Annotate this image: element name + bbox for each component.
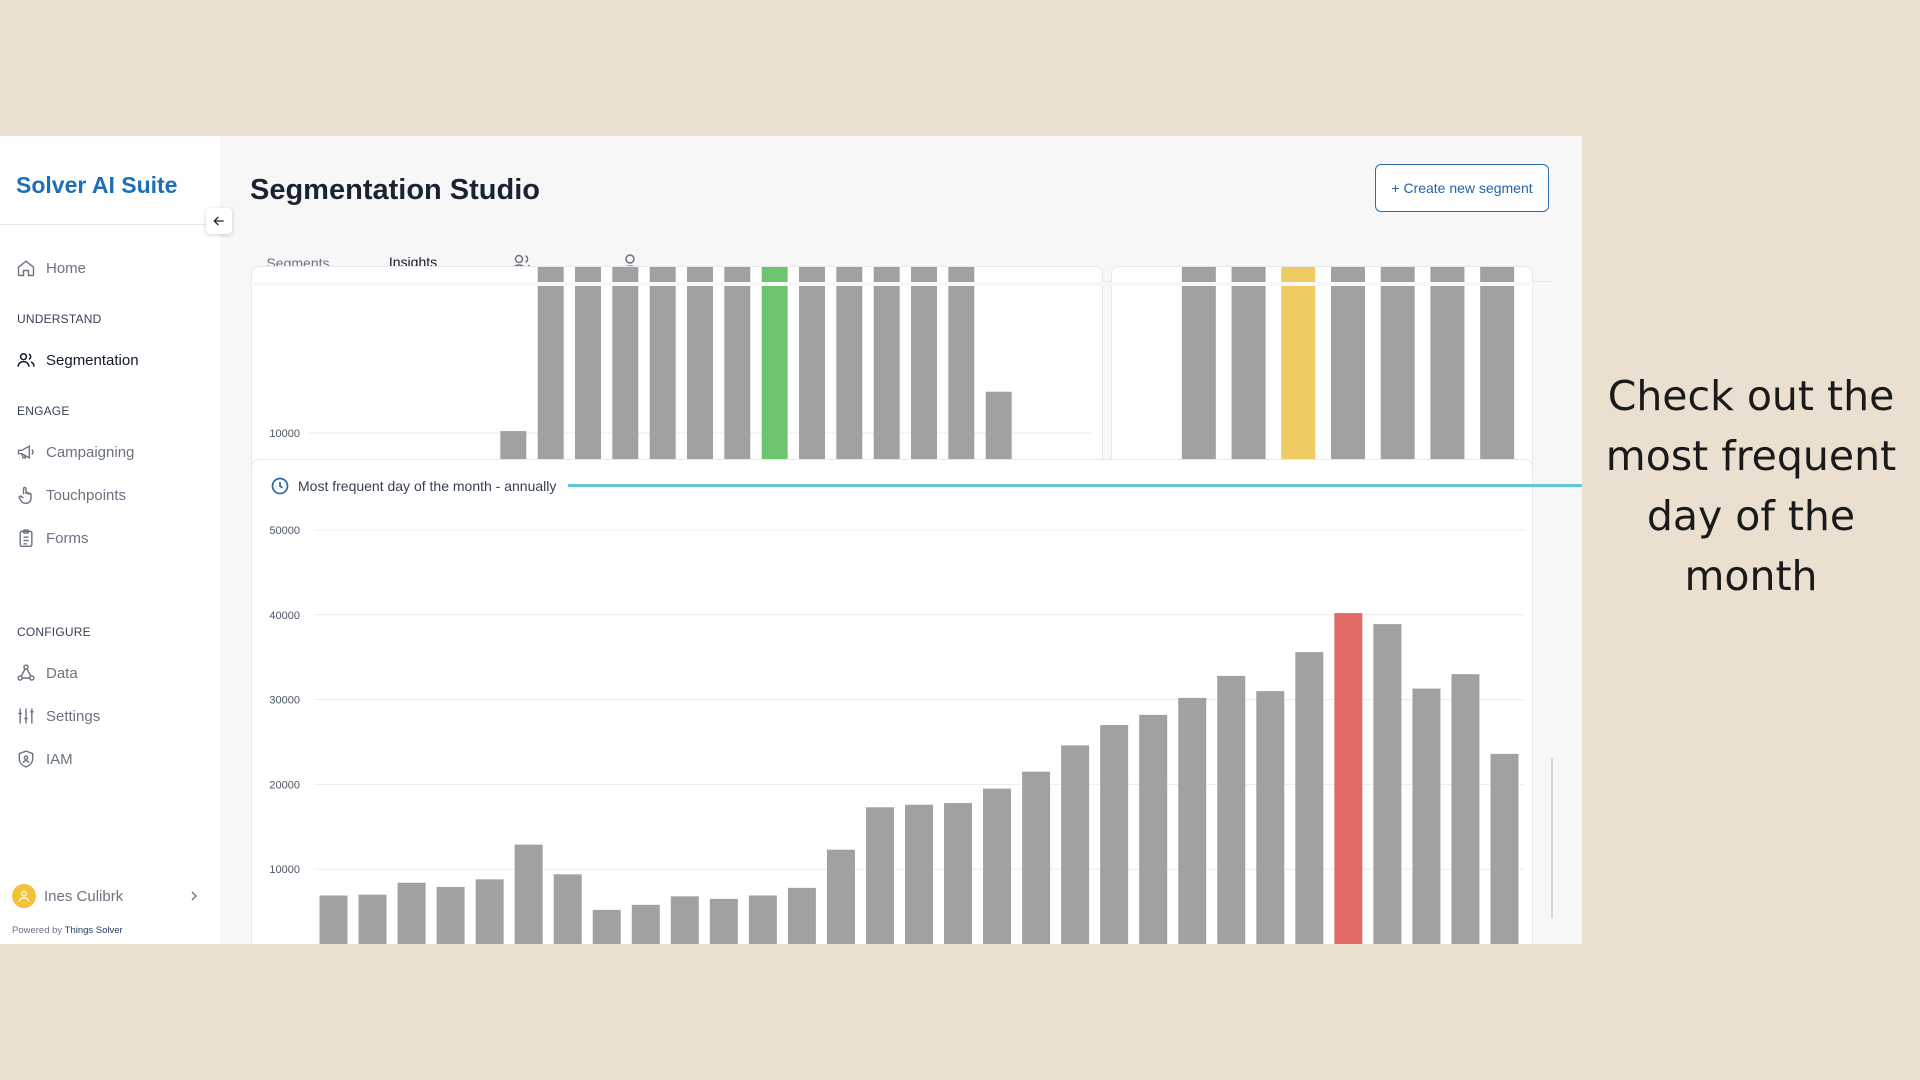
sidebar-item-label: Campaigning — [46, 443, 135, 461]
y-tick-label: 10000 — [269, 864, 300, 876]
bar-day-9 — [631, 904, 660, 944]
vertical-scrollbar[interactable] — [1551, 758, 1553, 918]
bar-day-17 — [944, 803, 973, 944]
bar-day-19 — [1022, 771, 1051, 944]
users-icon — [17, 353, 35, 367]
bar-day-14 — [826, 849, 855, 944]
chevron-right-icon — [191, 891, 197, 901]
y-tick-label: 30000 — [269, 695, 300, 707]
bar-day-6 — [514, 844, 543, 944]
sidebar-item-label: Home — [46, 259, 87, 277]
day-of-month-bar-chart: 010000200003000040000500001 2 3 4 5 6 7 8 9 10 11 1… — [269, 525, 1524, 944]
bar-weekday-wednesday — [1281, 267, 1316, 475]
powered-by-label: Powered by — [12, 925, 63, 936]
y-tick-label: 40000 — [269, 610, 300, 622]
callout-connector-line — [568, 484, 1582, 487]
bar-day-10 — [670, 896, 699, 944]
bar-day-5 — [475, 879, 504, 944]
bar-weekday-thursday — [1331, 267, 1365, 475]
y-tick-label: 20000 — [269, 779, 300, 791]
user-name: Ines Culibrk — [44, 887, 124, 905]
bar-day-8 — [592, 909, 621, 944]
sliders-icon — [18, 708, 34, 724]
avatar — [12, 884, 36, 908]
scroll-clip — [220, 282, 1582, 286]
sidebar-item-label: IAM — [46, 750, 73, 768]
bar-weekday-monday — [1181, 267, 1216, 475]
day-of-month-chart-card: Most frequent day of the month - annuall… — [251, 459, 1533, 944]
bar-day-11 — [709, 898, 738, 944]
app-window: Solver AI Suite Home UNDERSTAND Segmenta… — [0, 136, 1582, 944]
bar-day-1 — [319, 895, 348, 944]
megaphone-icon — [17, 444, 34, 460]
sidebar-item-data[interactable]: Data — [16, 663, 78, 683]
powered-by: Powered by Things Solver — [12, 925, 123, 936]
sidebar-divider — [0, 224, 220, 225]
sidebar-item-home[interactable]: Home — [16, 258, 86, 278]
callout-text: Check out the most frequent day of the m… — [1605, 372, 1897, 600]
section-label-configure: CONFIGURE — [17, 625, 91, 639]
share-nodes-icon — [17, 664, 35, 681]
bar-day-25 — [1256, 691, 1285, 944]
sidebar-item-forms[interactable]: Forms — [16, 528, 89, 548]
bar-day-4 — [436, 887, 465, 944]
sidebar-item-touchpoints[interactable]: Touchpoints — [16, 485, 126, 505]
create-segment-button[interactable]: + Create new segment — [1375, 164, 1549, 212]
bar-day-27 — [1334, 613, 1363, 944]
arrow-left-icon — [213, 216, 224, 226]
home-icon — [17, 260, 35, 277]
shield-icon — [18, 750, 34, 768]
bar-day-13 — [787, 887, 816, 944]
bar-day-15 — [865, 807, 894, 944]
bar-weekday-tuesday — [1231, 267, 1266, 475]
bar-day-28 — [1373, 624, 1402, 944]
sidebar-item-iam[interactable]: IAM — [16, 749, 73, 769]
hand-pointer-icon — [18, 486, 32, 505]
bar-day-12 — [748, 895, 777, 944]
y-tick-label: 10000 — [269, 428, 300, 440]
sidebar-item-settings[interactable]: Settings — [16, 706, 100, 726]
bar-weekday-saturday — [1430, 267, 1465, 475]
sidebar-item-campaigning[interactable]: Campaigning — [16, 442, 134, 462]
y-tick-label: 50000 — [269, 525, 300, 537]
sidebar-item-label: Segmentation — [46, 351, 139, 369]
clipboard-icon — [19, 529, 33, 548]
sidebar-item-segmentation[interactable]: Segmentation — [16, 350, 139, 370]
bar-day-21 — [1100, 725, 1129, 944]
bar-day-30 — [1451, 674, 1480, 944]
user-icon — [18, 890, 30, 902]
bar-day-18 — [983, 788, 1012, 944]
user-menu[interactable]: Ines Culibrk — [12, 884, 202, 908]
bar-day-23 — [1178, 697, 1207, 944]
bar-day-24 — [1217, 675, 1246, 944]
bar-day-29 — [1412, 688, 1441, 944]
bar-day-7 — [553, 874, 582, 944]
sidebar-collapse-button[interactable] — [206, 208, 232, 234]
bar-day-16 — [905, 804, 933, 944]
powered-by-link[interactable]: Things Solver — [65, 925, 123, 936]
bar-day-22 — [1139, 714, 1168, 944]
bar-weekday-sunday — [1480, 267, 1515, 475]
bar-day-31 — [1490, 753, 1519, 944]
bar-day-2 — [358, 894, 387, 944]
sidebar-item-label: Settings — [46, 707, 101, 725]
sidebar-item-label: Forms — [46, 529, 89, 547]
bar-day-20 — [1061, 745, 1090, 944]
brand-logo[interactable]: Solver AI Suite — [16, 172, 177, 199]
sidebar-item-label: Touchpoints — [46, 486, 127, 504]
bar-day-3 — [397, 882, 426, 944]
bar-weekday-friday — [1380, 267, 1415, 475]
section-label-engage: ENGAGE — [17, 404, 70, 418]
bar-day-26 — [1295, 652, 1324, 944]
sidebar: Solver AI Suite Home UNDERSTAND Segmenta… — [0, 136, 220, 944]
section-label-understand: UNDERSTAND — [17, 312, 102, 326]
sidebar-item-label: Data — [46, 664, 78, 682]
page-title: Segmentation Studio — [250, 174, 540, 206]
